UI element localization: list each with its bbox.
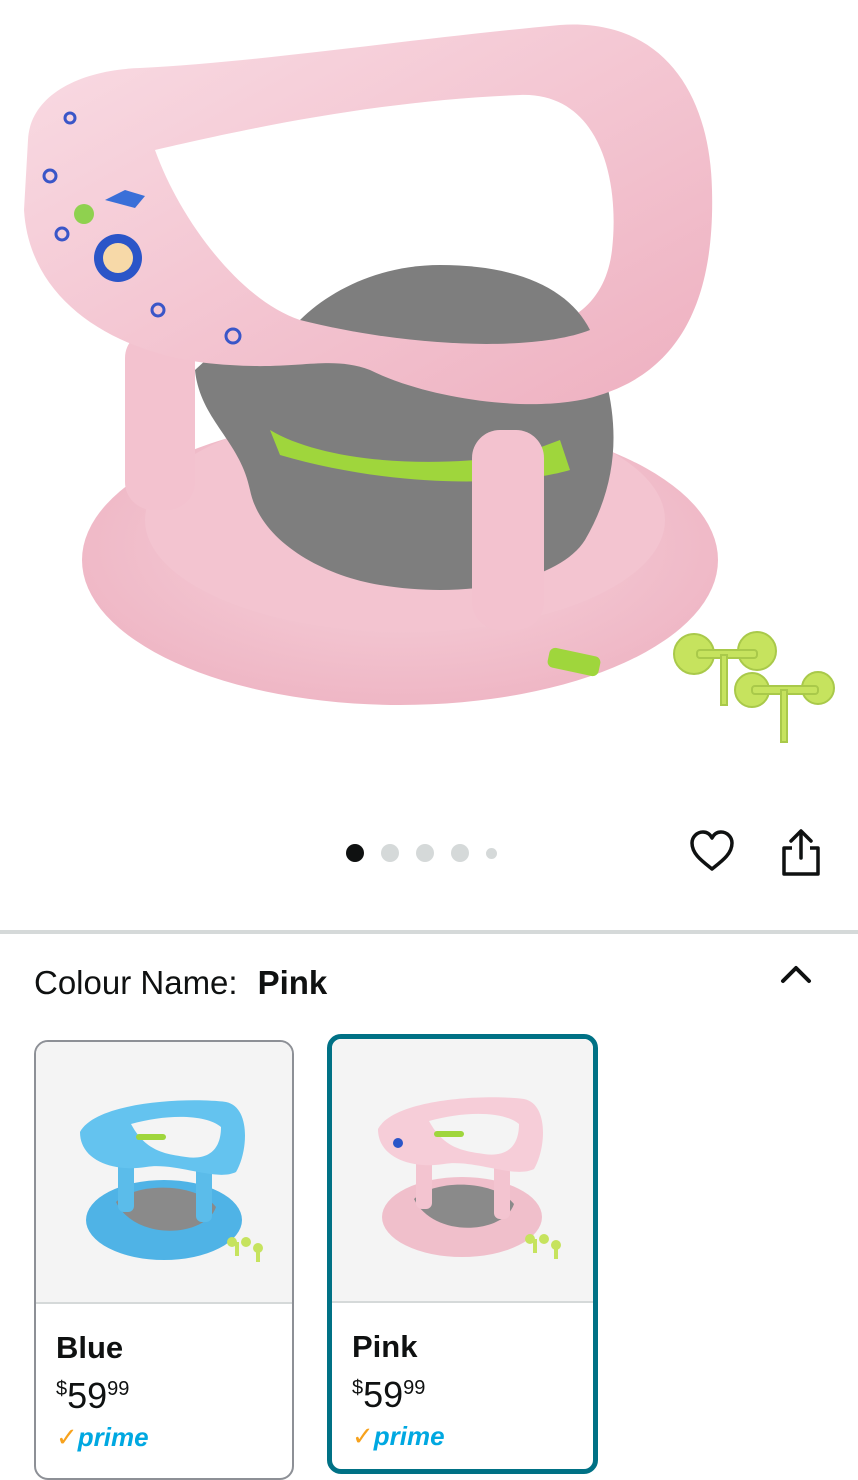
swatch-image xyxy=(332,1039,593,1303)
carousel-dot[interactable] xyxy=(451,844,469,862)
collapse-variations-button[interactable] xyxy=(778,958,814,988)
prime-check-icon: ✓ xyxy=(352,1421,374,1451)
price-currency: $ xyxy=(352,1377,364,1399)
carousel-dot[interactable] xyxy=(381,844,399,862)
swatch-price: $ 59 99 xyxy=(352,1375,593,1415)
variation-label: Colour Name: xyxy=(34,964,238,1001)
variation-selected-value: Pink xyxy=(257,964,328,1001)
swatch-name: Pink xyxy=(352,1329,418,1364)
swatch-name: Blue xyxy=(56,1330,124,1365)
swatch-image xyxy=(36,1042,292,1304)
heart-icon xyxy=(690,830,734,871)
section-divider xyxy=(0,930,858,934)
chevron-up-icon xyxy=(781,966,811,983)
swatch-pink[interactable]: Pink $ 59 99 ✓prime xyxy=(327,1034,598,1474)
wishlist-button[interactable] xyxy=(688,828,736,876)
carousel-indicator[interactable] xyxy=(346,844,497,862)
prime-label: prime xyxy=(77,1422,149,1452)
variation-header: Colour Name: Pink xyxy=(34,962,327,1004)
price-whole: 59 xyxy=(67,1375,108,1416)
prime-badge: ✓prime xyxy=(56,1422,292,1452)
prime-label: prime xyxy=(373,1421,445,1451)
carousel-dot[interactable] xyxy=(486,847,497,859)
prime-badge: ✓prime xyxy=(352,1421,593,1451)
price-fraction: 99 xyxy=(107,1378,130,1400)
share-button[interactable] xyxy=(778,828,824,878)
carousel-dot[interactable] xyxy=(346,844,364,862)
price-fraction: 99 xyxy=(403,1377,426,1399)
carousel-dot[interactable] xyxy=(416,844,434,862)
product-image[interactable] xyxy=(0,0,858,790)
price-currency: $ xyxy=(56,1378,68,1400)
price-whole: 59 xyxy=(363,1374,404,1415)
prime-check-icon: ✓ xyxy=(56,1422,78,1452)
swatch-price: $ 59 99 xyxy=(56,1376,292,1416)
swatch-blue[interactable]: Blue $ 59 99 ✓prime xyxy=(34,1040,294,1480)
share-icon xyxy=(782,829,820,876)
